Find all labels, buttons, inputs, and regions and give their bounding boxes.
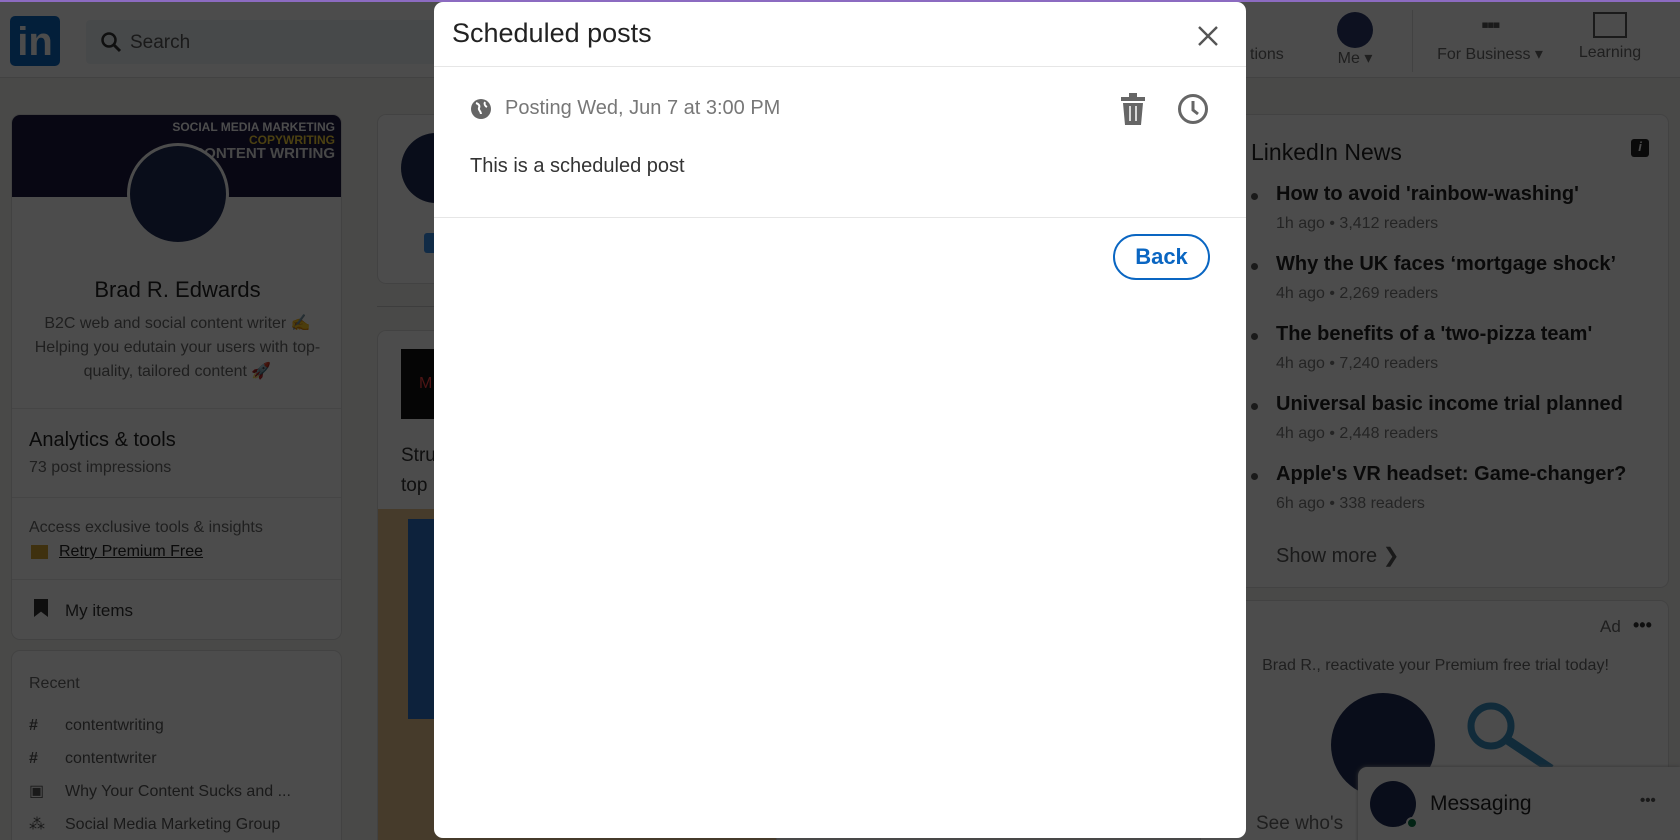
more-options-icon[interactable]: ••• [1633,615,1652,636]
profile-headline: B2C web and social content writer ✍️ Hel… [34,315,321,380]
learning-label: Learning [1578,44,1642,61]
news-item-meta: 4h ago • 2,269 readers [1276,285,1439,302]
search-icon [101,32,122,53]
back-button[interactable]: Back [1113,234,1210,280]
bullet [1251,473,1258,480]
news-item-title: Apple's VR headset: Game-changer? [1276,463,1627,485]
ad-label: Ad [1600,617,1621,636]
news-item-title: Universal basic income trial planned [1276,393,1623,415]
divider [12,497,341,498]
news-item-title: Why the UK faces ‘mortgage shock’ [1276,253,1617,275]
recent-item-label: contentwriting [65,717,164,734]
premium-icon [31,545,48,559]
dialog-title: Scheduled posts [452,18,652,48]
nav-notifications[interactable]: tions [1250,46,1284,64]
recent-item-label: contentwriter [65,750,157,767]
scheduled-posts-dialog: Scheduled posts Posting Wed, Jun 7 at 3:… [434,2,1246,838]
news-item-title: The benefits of a 'two-pizza team' [1276,323,1593,345]
trash-icon[interactable] [1121,93,1145,125]
post-text: Stru top [401,441,436,501]
more-options-icon[interactable]: ••• [1640,792,1656,809]
nav-for-business[interactable]: ▪▪▪ For Business ▾ [1425,12,1555,64]
bookmark-icon [34,599,48,617]
top-accent-line [0,0,1680,2]
info-icon[interactable]: i [1631,139,1649,157]
dialog-header: Scheduled posts [434,2,1246,67]
bullet [1251,333,1258,340]
post-impressions[interactable]: 73 post impressions [29,459,171,477]
search-placeholder: Search [130,32,191,53]
show-more-button[interactable]: Show more ❯ [1276,543,1399,568]
bullet [1251,193,1258,200]
recent-item[interactable]: # contentwriter [29,742,291,775]
profile-name[interactable]: Brad R. Edwards [12,277,341,303]
divider [12,408,341,409]
group-icon: ⁂ [29,816,45,833]
recent-item[interactable]: # contentwriting [29,709,291,742]
ad-see-who: See who's [1256,813,1344,834]
post-text-line: top [401,475,428,496]
recent-item-label: Why Your Content Sucks and ... [65,783,291,800]
post-text-line: Stru [401,445,436,466]
messaging-bar[interactable]: Messaging ••• [1358,767,1680,840]
nav-learning[interactable]: Learning [1570,12,1650,62]
hashtag-icon: # [29,750,38,767]
linkedin-logo[interactable]: in [10,16,60,66]
key-icon [1467,702,1554,771]
avatar [1337,12,1373,48]
online-status-icon [1406,817,1418,829]
news-item-meta: 6h ago • 338 readers [1276,495,1425,512]
news-item-meta: 4h ago • 7,240 readers [1276,355,1439,372]
recent-list: # contentwriting # contentwriter ▣ Why Your… [29,709,291,840]
close-icon[interactable] [1194,22,1222,50]
messaging-label: Messaging [1430,792,1532,815]
nav-me[interactable]: Me ▾ [1325,12,1385,68]
clock-icon[interactable] [1177,93,1209,125]
my-items-link[interactable]: My items [65,601,133,621]
post-content: This is a scheduled post [470,155,685,177]
scheduled-post-item: Posting Wed, Jun 7 at 3:00 PM This is a … [434,67,1246,218]
recent-item[interactable]: ▣ Why Your Content Sucks and ... [29,775,291,808]
analytics-title[interactable]: Analytics & tools [29,429,176,452]
divider [12,579,341,580]
profile-card: SOCIAL MEDIA MARKETING COPYWRITING CONTE… [11,114,342,640]
globe-icon [471,99,491,119]
premium-prompt: Access exclusive tools & insights [29,519,263,536]
news-item-title: How to avoid 'rainbow-washing' [1276,183,1579,205]
news-item-meta: 4h ago • 2,448 readers [1276,425,1439,442]
recent-item-label: Social Media Marketing Group [65,816,281,833]
business-label: For Business ▾ [1437,46,1543,63]
news-card: LinkedIn News i How to avoid 'rainbow-wa… [1200,114,1669,588]
divider [1412,10,1413,72]
bullet [1251,263,1258,270]
calendar-icon: ▣ [29,783,45,800]
profile-avatar[interactable] [127,143,229,245]
recent-title: Recent [29,675,80,692]
search-input[interactable]: Search [86,20,446,64]
learning-icon [1593,12,1627,38]
retry-premium-link[interactable]: Retry Premium Free [59,543,203,561]
hashtag-icon: # [29,717,38,734]
news-item-meta: 1h ago • 3,412 readers [1276,215,1439,232]
ad-text: Brad R., reactivate your Premium free tr… [1262,657,1609,674]
recent-item[interactable]: ⁂ Social Media Marketing Group [29,808,291,840]
me-label: Me ▾ [1337,50,1373,67]
schedule-time: Posting Wed, Jun 7 at 3:00 PM [505,97,781,119]
news-title: LinkedIn News [1251,139,1402,165]
recent-card: Recent # contentwriting # contentwriter ▣ W… [11,650,342,840]
bullet [1251,403,1258,410]
grid-icon: ▪▪▪ [1481,12,1500,37]
